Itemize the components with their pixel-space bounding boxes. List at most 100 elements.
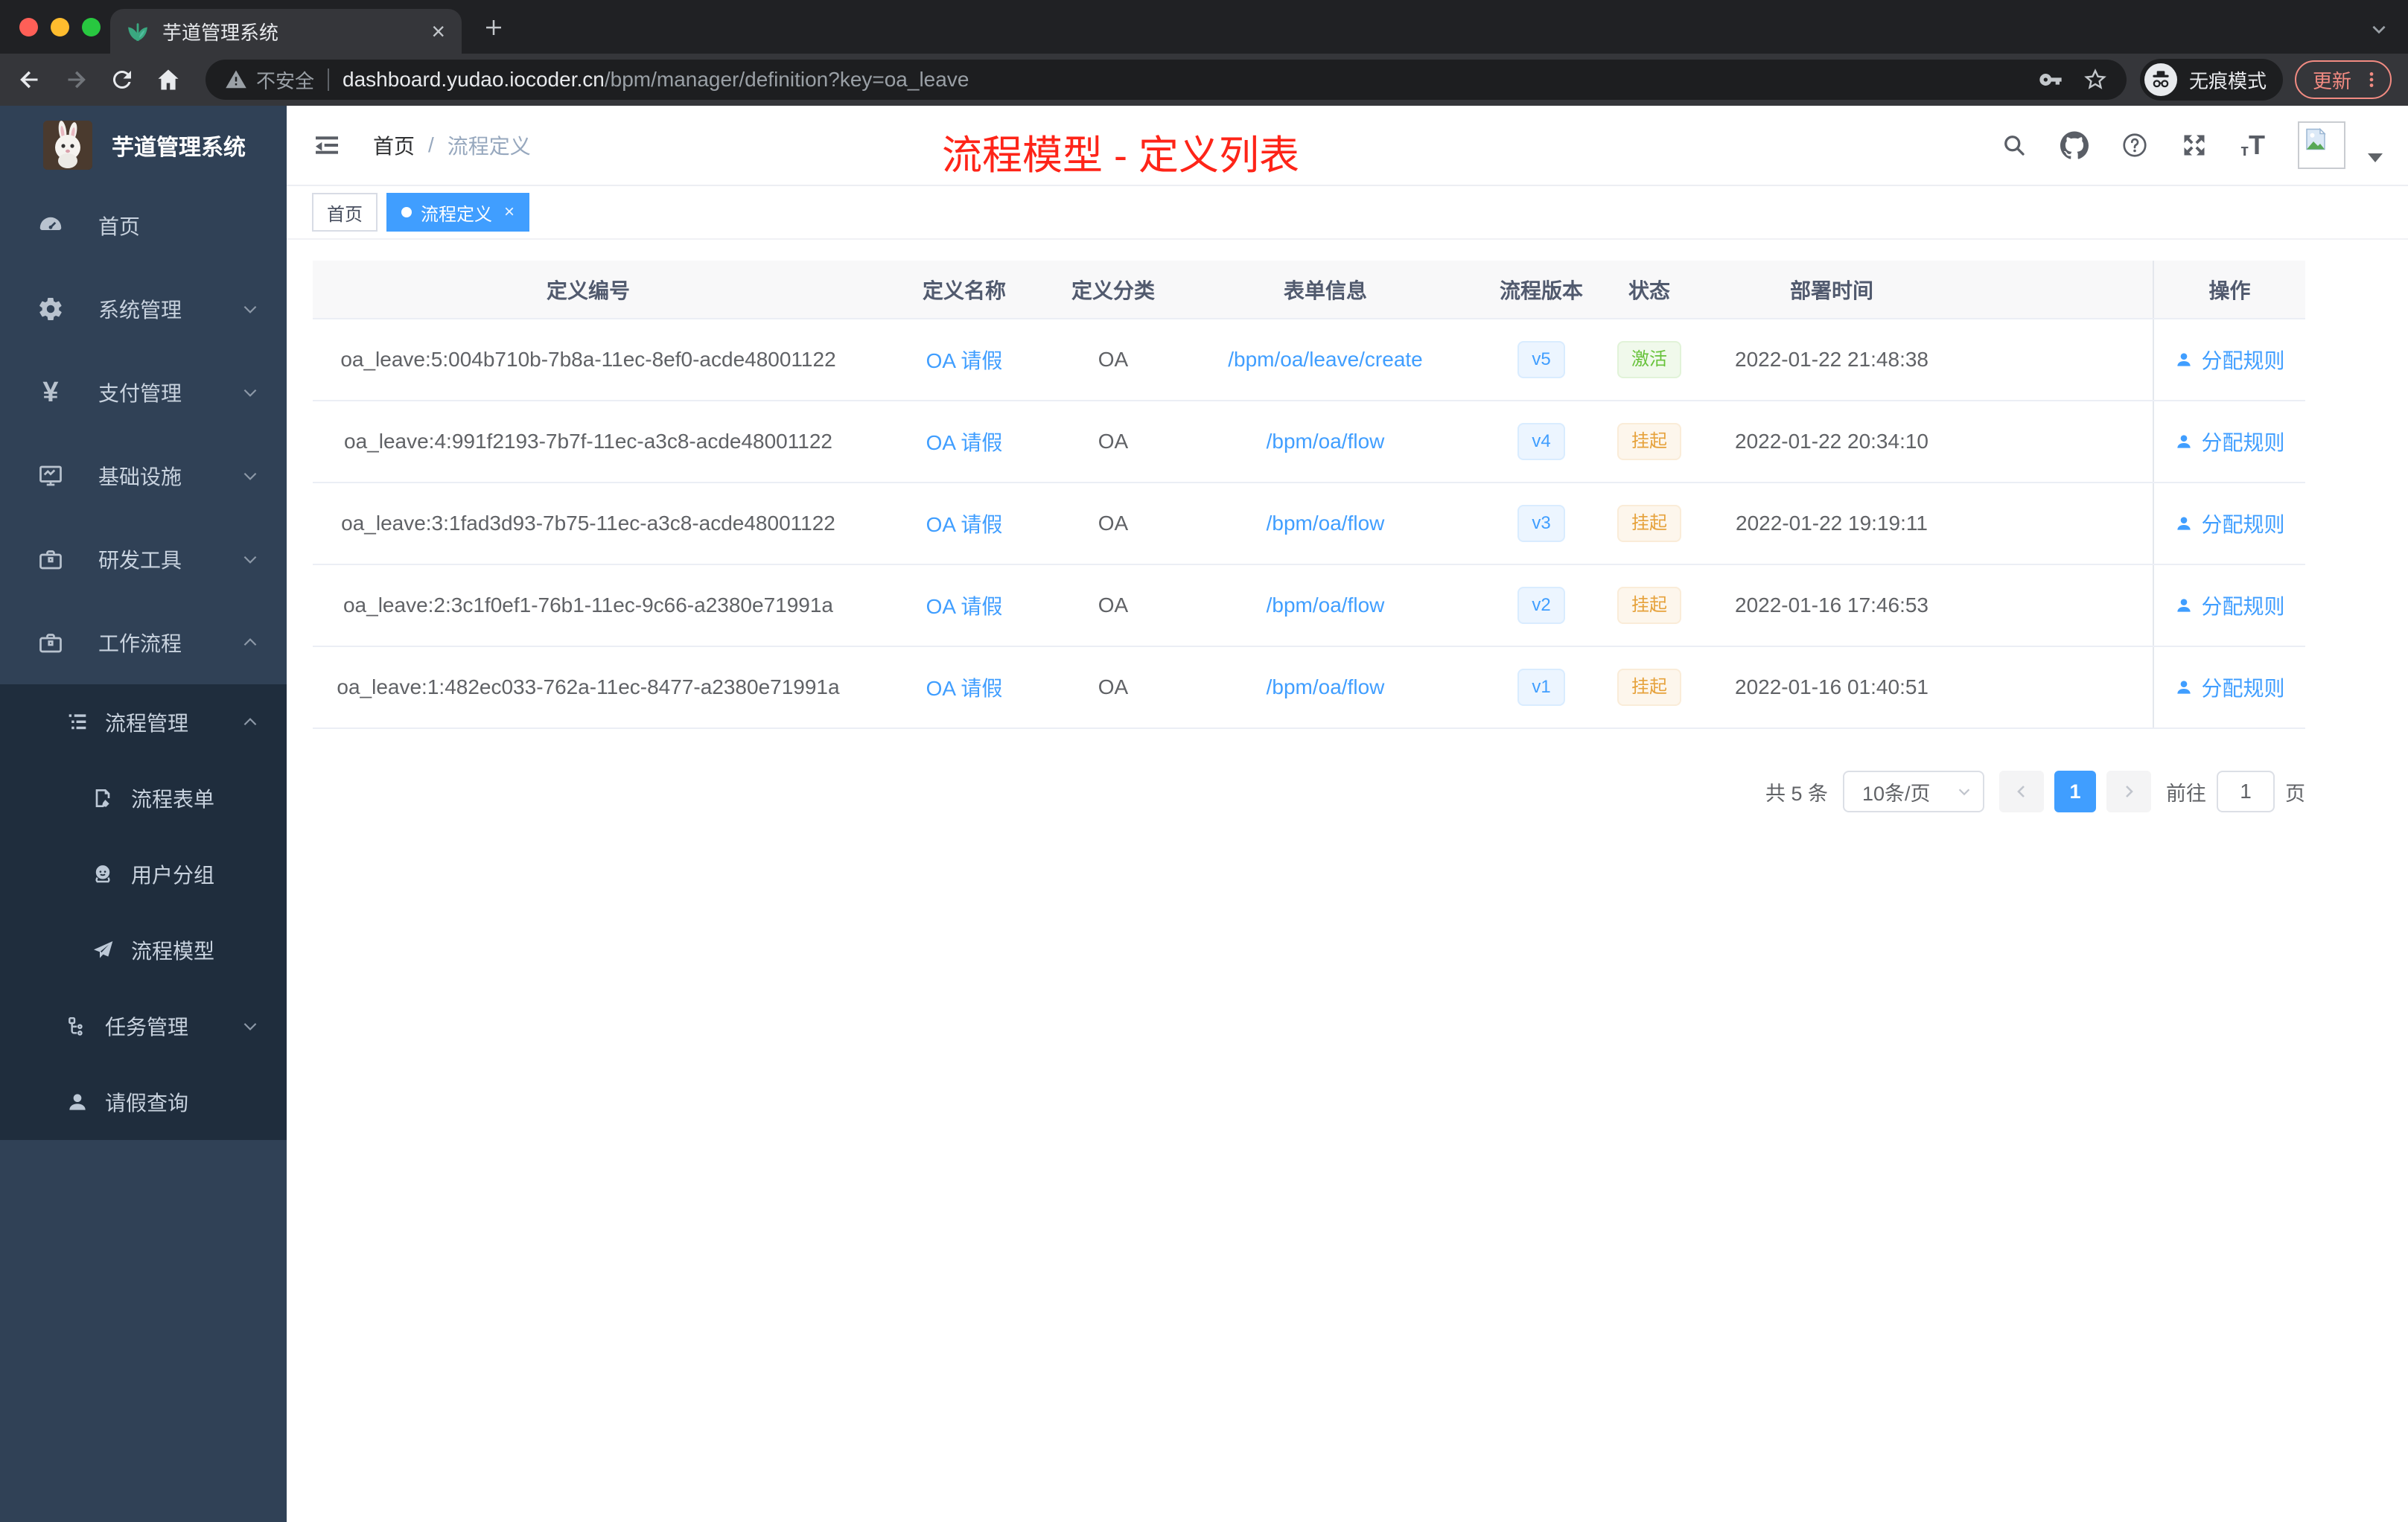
sidebar-item-label: 用户分组	[131, 864, 215, 887]
current-page-button[interactable]: 1	[2054, 771, 2096, 812]
chevron-right-icon	[2126, 786, 2133, 797]
form-info-link[interactable]: /bpm/oa/flow	[1267, 512, 1385, 535]
sidebar-item-dev-tools[interactable]: 研发工具	[0, 518, 287, 601]
user-icon	[2177, 435, 2191, 448]
tag-label: 流程定义	[421, 204, 492, 225]
form-info-link[interactable]: /bpm/oa/flow	[1267, 675, 1385, 698]
tab-search-chevron-icon[interactable]	[2369, 19, 2389, 39]
password-key-icon[interactable]	[2039, 68, 2063, 92]
pagination-total: 共 5 条	[1765, 782, 1828, 805]
chevron-down-icon	[241, 466, 260, 485]
security-warning-icon[interactable]	[225, 69, 247, 91]
user-icon	[2177, 599, 2191, 612]
github-icon[interactable]	[2060, 131, 2089, 159]
avatar-caret-icon[interactable]	[2368, 153, 2383, 162]
security-label[interactable]: 不安全	[256, 66, 314, 94]
briefcase-icon	[36, 629, 66, 656]
reload-icon[interactable]	[109, 66, 136, 93]
sidebar-menu: 首页 系统管理 ¥ 支付管理 基础设施 研发工具 工作流程 流程管理 流程表单 …	[0, 184, 287, 1140]
table-row: oa_leave:4:991f2193-7b7f-11ec-a3c8-acde4…	[313, 401, 2305, 483]
search-icon[interactable]	[2001, 132, 2028, 159]
sidebar-item-home[interactable]: 首页	[0, 184, 287, 267]
macos-window-controls	[19, 17, 101, 36]
app-logo-row: 芋道管理系统	[0, 106, 287, 184]
font-size-icon[interactable]: тT	[2240, 132, 2265, 159]
url-text[interactable]: dashboard.yudao.iocoder.cn/bpm/manager/d…	[343, 68, 969, 92]
tag-close-icon[interactable]: ×	[504, 202, 515, 223]
breadcrumb: 首页 / 流程定义	[373, 130, 531, 160]
tab-close-icon[interactable]: ×	[431, 19, 445, 43]
assign-rule-link[interactable]: 分配规则	[2174, 590, 2285, 620]
help-question-icon[interactable]	[2121, 132, 2148, 159]
page-size-value: 10条/页	[1862, 782, 1931, 805]
definition-id: oa_leave:1:482ec033-762a-11ec-8477-a2380…	[313, 646, 864, 729]
prev-page-button[interactable]	[1999, 771, 2044, 812]
definition-name-link[interactable]: OA 请假	[926, 431, 1003, 454]
definition-name-link[interactable]: OA 请假	[926, 595, 1003, 618]
definition-name-link[interactable]: OA 请假	[926, 349, 1003, 372]
deploy-time: 2022-01-22 20:34:10	[1705, 401, 1958, 483]
definition-name-link[interactable]: OA 请假	[926, 677, 1003, 700]
sidebar: 芋道管理系统 首页 系统管理 ¥ 支付管理 基础设施 研发工具 工作流程 流程管…	[0, 106, 287, 1522]
sidebar-item-system[interactable]: 系统管理	[0, 267, 287, 351]
fullscreen-icon[interactable]	[2181, 132, 2208, 159]
app-title: 芋道管理系统	[112, 135, 246, 160]
minimize-window-button[interactable]	[51, 17, 69, 36]
sidebar-item-label: 流程表单	[131, 788, 215, 811]
form-info-link[interactable]: /bpm/oa/leave/create	[1228, 348, 1423, 371]
definition-id: oa_leave:2:3c1f0ef1-76b1-11ec-9c66-a2380…	[313, 564, 864, 647]
sidebar-item-label: 请假查询	[105, 1092, 189, 1115]
avatar[interactable]	[2298, 121, 2345, 169]
user-icon	[2177, 517, 2191, 530]
chevron-down-icon	[241, 550, 260, 569]
sidebar-item-infrastructure[interactable]: 基础设施	[0, 434, 287, 518]
assign-rule-link[interactable]: 分配规则	[2174, 509, 2285, 538]
new-tab-button[interactable]	[482, 16, 505, 39]
sidebar-item-leave-query[interactable]: 请假查询	[0, 1064, 287, 1140]
address-bar[interactable]: 不安全 dashboard.yudao.iocoder.cn/bpm/manag…	[206, 60, 2127, 100]
chevron-up-icon	[241, 713, 260, 732]
tag-home[interactable]: 首页	[312, 193, 378, 232]
kebab-menu-icon[interactable]	[2362, 70, 2381, 89]
assign-rule-link[interactable]: 分配规则	[2174, 672, 2285, 702]
col-spacer	[1958, 261, 2153, 319]
chevron-down-icon	[241, 1016, 260, 1036]
browser-update-button[interactable]: 更新	[2294, 60, 2392, 99]
col-status: 状态	[1593, 261, 1705, 319]
briefcase-icon	[36, 546, 66, 573]
sidebar-item-task-management[interactable]: 任务管理	[0, 988, 287, 1064]
col-deploy-time: 部署时间	[1705, 261, 1958, 319]
definition-name-link[interactable]: OA 请假	[926, 513, 1003, 536]
sidebar-item-payment[interactable]: ¥ 支付管理	[0, 351, 287, 434]
sidebar-collapse-icon[interactable]	[312, 130, 342, 160]
home-icon[interactable]	[155, 66, 182, 93]
table-row: oa_leave:3:1fad3d93-7b75-11ec-a3c8-acde4…	[313, 483, 2305, 565]
assign-rule-link[interactable]: 分配规则	[2174, 427, 2285, 456]
browser-tab[interactable]: 芋道管理系统 ×	[110, 9, 462, 54]
form-info-link[interactable]: /bpm/oa/flow	[1267, 430, 1385, 453]
close-window-button[interactable]	[19, 17, 38, 36]
next-page-button[interactable]	[2106, 771, 2151, 812]
sidebar-item-process-form[interactable]: 流程表单	[0, 760, 287, 836]
breadcrumb-separator: /	[428, 133, 434, 156]
assign-rule-link[interactable]: 分配规则	[2174, 345, 2285, 375]
sidebar-item-user-group[interactable]: 用户分组	[0, 836, 287, 912]
tag-process-definition[interactable]: 流程定义 ×	[386, 193, 530, 232]
sidebar-item-process-model[interactable]: 流程模型	[0, 912, 287, 988]
sidebar-item-workflow[interactable]: 工作流程	[0, 601, 287, 684]
status-badge: 挂起	[1617, 422, 1681, 461]
zoom-window-button[interactable]	[82, 17, 101, 36]
col-definition-name: 定义名称	[864, 261, 1065, 319]
goto-page-input[interactable]	[2217, 771, 2275, 812]
sidebar-item-process-management[interactable]: 流程管理	[0, 684, 287, 760]
bookmark-star-icon[interactable]	[2083, 68, 2107, 92]
sidebar-item-label: 工作流程	[98, 632, 182, 655]
incognito-badge: 无痕模式	[2139, 59, 2283, 101]
forward-icon[interactable]	[63, 66, 89, 93]
form-info-link[interactable]: /bpm/oa/flow	[1267, 593, 1385, 617]
page-size-select[interactable]: 10条/页	[1843, 771, 1984, 812]
definition-category: OA	[1065, 564, 1162, 647]
back-icon[interactable]	[16, 66, 43, 93]
page-unit-label: 页	[2285, 782, 2305, 805]
breadcrumb-home[interactable]: 首页	[373, 130, 415, 160]
